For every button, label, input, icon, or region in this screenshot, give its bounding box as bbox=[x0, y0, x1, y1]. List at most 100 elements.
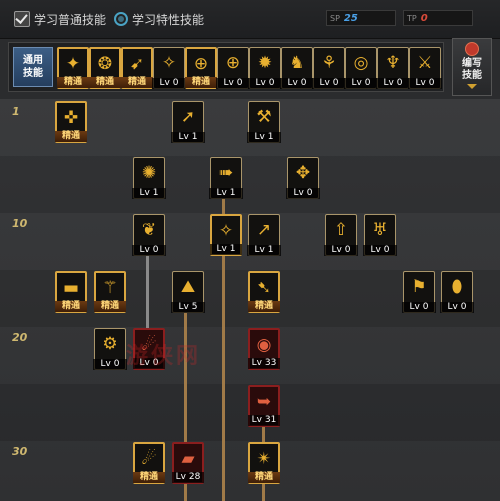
radio-icon[interactable] bbox=[114, 12, 128, 26]
skill-level-label: 精通 bbox=[121, 77, 153, 88]
general-skill-4[interactable]: ✧ Lv 0 bbox=[152, 47, 186, 89]
general-skill-6[interactable]: ⊕ Lv 0 bbox=[216, 47, 250, 89]
skill-icon: ⊕ bbox=[193, 53, 209, 74]
skill-level-label: Lv 1 bbox=[209, 188, 243, 199]
general-skills-tab[interactable]: 通用 技能 bbox=[13, 47, 53, 87]
skill-level-label: 精通 bbox=[55, 131, 87, 142]
skill-icon: ♅ bbox=[372, 219, 388, 240]
skill-level-label: Lv 0 bbox=[376, 78, 410, 89]
skill-level-label: 精通 bbox=[94, 301, 126, 312]
skill-icon: ➷ bbox=[256, 277, 272, 298]
skill-level-label: Lv 0 bbox=[324, 245, 358, 256]
skill-level-label: Lv 1 bbox=[247, 132, 281, 143]
skill-s13[interactable]: ⚚ 精通 bbox=[94, 271, 126, 313]
skill-s21[interactable]: ➥ Lv 31 bbox=[248, 385, 280, 427]
skill-icon: ⚔ bbox=[417, 52, 433, 73]
macro-skill-button[interactable]: 编写 技能 bbox=[452, 38, 492, 96]
skill-s01[interactable]: ✜ 精通 bbox=[55, 101, 87, 143]
skill-s10[interactable]: ⇧ Lv 0 bbox=[324, 214, 358, 256]
skill-icon: ↗ bbox=[256, 219, 272, 240]
skill-level-label: Lv 0 bbox=[286, 188, 320, 199]
skill-s08[interactable]: ✧ Lv 1 bbox=[210, 214, 242, 256]
skill-icon: ✧ bbox=[161, 52, 177, 73]
skill-level-label: Lv 0 bbox=[344, 78, 378, 89]
general-label-top: 通用 bbox=[23, 55, 43, 66]
skill-s11[interactable]: ♅ Lv 0 bbox=[363, 214, 397, 256]
learn-normal-option[interactable]: 学习普通技能 bbox=[14, 10, 106, 28]
skill-icon: ⚑ bbox=[411, 276, 427, 297]
skill-s22[interactable]: ☄ 精通 bbox=[133, 442, 165, 484]
skill-level-label: Lv 28 bbox=[172, 472, 204, 483]
skill-icon: ☄ bbox=[141, 448, 157, 469]
skill-level-label: Lv 0 bbox=[216, 78, 250, 89]
learn-normal-label: 学习普通技能 bbox=[34, 12, 107, 27]
general-skill-11[interactable]: ♆ Lv 0 bbox=[376, 47, 410, 89]
general-skill-10[interactable]: ◎ Lv 0 bbox=[344, 47, 378, 89]
skill-s20[interactable]: ◉ Lv 33 bbox=[248, 328, 280, 370]
skill-level-label: 精通 bbox=[133, 472, 165, 483]
skill-s12[interactable]: ▬ 精通 bbox=[55, 271, 87, 313]
skill-s06[interactable]: ✥ Lv 0 bbox=[286, 157, 320, 199]
skill-icon: ⚒ bbox=[256, 106, 272, 127]
learn-special-option[interactable]: 学习特性技能 bbox=[114, 10, 204, 28]
general-skill-5[interactable]: ⊕ 精通 bbox=[185, 47, 217, 89]
skill-icon: ♆ bbox=[385, 52, 401, 73]
checkbox-checked-icon[interactable] bbox=[14, 11, 30, 27]
skill-icon: ⊕ bbox=[225, 52, 241, 73]
skill-icon: ✜ bbox=[63, 107, 79, 128]
skill-s14[interactable]: ⛰ Lv 5 bbox=[171, 271, 205, 313]
level-marker-1: 1 bbox=[12, 105, 20, 118]
skill-level-label: Lv 0 bbox=[132, 245, 166, 256]
general-skill-7[interactable]: ✹ Lv 0 bbox=[248, 47, 282, 89]
skill-s09[interactable]: ↗ Lv 1 bbox=[247, 214, 281, 256]
skill-s24[interactable]: ✴ 精通 bbox=[248, 442, 280, 484]
skill-s03[interactable]: ⚒ Lv 1 bbox=[247, 101, 281, 143]
skill-level-label: 精通 bbox=[248, 472, 280, 483]
skill-s02[interactable]: ➚ Lv 1 bbox=[171, 101, 205, 143]
skill-level-label: Lv 1 bbox=[210, 244, 242, 255]
skill-icon: ✹ bbox=[257, 52, 273, 73]
skill-s23[interactable]: ▰ Lv 28 bbox=[172, 442, 204, 484]
skill-icon: ◉ bbox=[256, 334, 272, 355]
general-skill-3[interactable]: ➹ 精通 bbox=[121, 47, 153, 89]
skill-level-label: Lv 0 bbox=[280, 78, 314, 89]
skill-icon: ▰ bbox=[181, 448, 195, 469]
skill-icon: ⇧ bbox=[333, 219, 349, 240]
level-marker-30: 30 bbox=[12, 445, 28, 458]
skill-s15[interactable]: ➷ 精通 bbox=[248, 271, 280, 313]
general-skill-2[interactable]: ❂ 精通 bbox=[89, 47, 121, 89]
skill-icon: ⚘ bbox=[321, 52, 337, 73]
skill-icon: ➥ bbox=[256, 391, 272, 412]
skill-s07[interactable]: ❦ Lv 0 bbox=[132, 214, 166, 256]
watermark: 游侠网 bbox=[126, 344, 202, 369]
skill-icon: ✧ bbox=[218, 220, 234, 241]
skill-s17[interactable]: ⬮ Lv 0 bbox=[440, 271, 474, 313]
skill-level-label: Lv 5 bbox=[171, 302, 205, 313]
macro-label-bottom: 技能 bbox=[462, 70, 482, 81]
macro-icon bbox=[465, 42, 479, 56]
general-skill-8[interactable]: ♞ Lv 0 bbox=[280, 47, 314, 89]
skill-icon: ➹ bbox=[129, 53, 145, 74]
skill-icon: ✺ bbox=[141, 162, 157, 183]
skill-s05[interactable]: ➠ Lv 1 bbox=[209, 157, 243, 199]
skill-icon: ♞ bbox=[289, 52, 305, 73]
skill-icon: ⚙ bbox=[102, 333, 118, 354]
skill-s16[interactable]: ⚑ Lv 0 bbox=[402, 271, 436, 313]
skill-icon: ▬ bbox=[62, 277, 80, 298]
skill-level-label: Lv 0 bbox=[248, 78, 282, 89]
skill-level-label: Lv 1 bbox=[171, 132, 205, 143]
skill-s04[interactable]: ✺ Lv 1 bbox=[132, 157, 166, 199]
skill-icon: ⬮ bbox=[451, 276, 463, 297]
general-skill-12[interactable]: ⚔ Lv 0 bbox=[408, 47, 442, 89]
skill-icon: ➠ bbox=[218, 162, 234, 183]
general-skill-9[interactable]: ⚘ Lv 0 bbox=[312, 47, 346, 89]
skill-level-label: Lv 33 bbox=[248, 358, 280, 369]
general-skill-1[interactable]: ✦ 精通 bbox=[57, 47, 89, 89]
skill-level-label: Lv 1 bbox=[132, 188, 166, 199]
skill-icon: ❦ bbox=[141, 219, 157, 240]
sp-label: SP bbox=[330, 13, 340, 23]
skill-level-label: Lv 0 bbox=[408, 78, 442, 89]
skill-s18[interactable]: ⚙ Lv 0 bbox=[93, 328, 127, 370]
skill-icon: ➚ bbox=[180, 106, 196, 127]
level-marker-10: 10 bbox=[12, 217, 28, 230]
